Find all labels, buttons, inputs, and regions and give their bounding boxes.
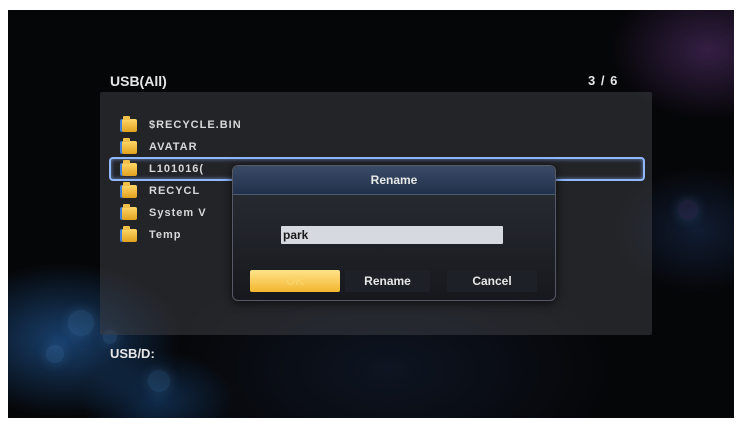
rename-dialog: Rename OK Rename Cancel: [232, 165, 556, 301]
background-bokeh: [148, 370, 170, 392]
list-item-label: System V: [149, 207, 207, 219]
cancel-button[interactable]: Cancel: [447, 270, 537, 292]
list-item-label: RECYCL: [149, 185, 201, 197]
folder-icon: [122, 225, 137, 242]
rename-button[interactable]: Rename: [345, 270, 430, 292]
folder-icon: [122, 115, 137, 132]
folder-icon: [122, 137, 137, 154]
ok-button[interactable]: OK: [250, 270, 340, 292]
folder-icon: [122, 203, 137, 220]
rename-input[interactable]: [281, 226, 503, 244]
page-indicator: 3 / 6: [588, 73, 619, 88]
list-item-label: L101016(: [149, 163, 205, 175]
list-item[interactable]: AVATAR: [110, 136, 642, 158]
folder-icon: [122, 159, 137, 176]
list-item-label: AVATAR: [149, 141, 198, 153]
page-title: USB(All): [110, 73, 167, 89]
list-item-label: Temp: [149, 229, 182, 241]
background-bokeh: [46, 345, 64, 363]
list-item[interactable]: $RECYCLE.BIN: [110, 114, 642, 136]
background-bokeh: [678, 200, 698, 220]
list-item-label: $RECYCLE.BIN: [149, 119, 242, 131]
current-path: USB/D:: [110, 346, 155, 361]
background-bokeh: [68, 310, 94, 336]
dialog-title-bar: Rename: [233, 166, 555, 195]
dialog-title: Rename: [370, 173, 418, 187]
folder-icon: [122, 181, 137, 198]
